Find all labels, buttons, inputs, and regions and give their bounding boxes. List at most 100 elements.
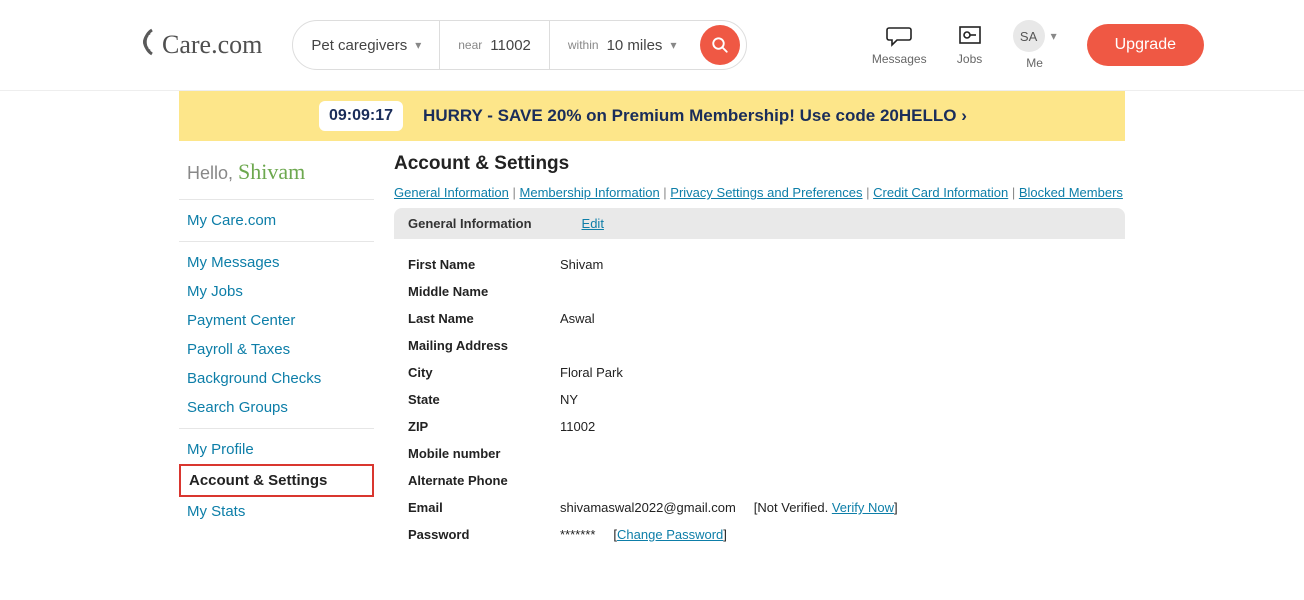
- general-info-body: First Name Shivam Middle Name Last Name …: [394, 239, 1125, 560]
- tab-blocked-members[interactable]: Blocked Members: [1019, 185, 1123, 200]
- nav-messages[interactable]: Messages: [872, 24, 927, 66]
- nav-jobs-label: Jobs: [957, 52, 982, 66]
- row-last-name: Last Name Aswal: [408, 305, 1111, 332]
- sidebar-item-background-checks[interactable]: Background Checks: [179, 364, 374, 393]
- search-category[interactable]: Pet caregivers ▾: [293, 21, 440, 69]
- sidebar-item-my-messages[interactable]: My Messages: [179, 248, 374, 277]
- row-email: Email shivamaswal2022@gmail.com [Not Ver…: [408, 494, 1111, 521]
- bracket-close: ]: [723, 527, 727, 542]
- section-title: General Information: [408, 216, 532, 231]
- email-verification-note: [Not Verified. Verify Now]: [754, 500, 898, 515]
- tab-credit-card[interactable]: Credit Card Information: [873, 185, 1008, 200]
- settings-panel: Account & Settings General Information |…: [394, 153, 1125, 560]
- value-email: shivamaswal2022@gmail.com: [560, 500, 736, 515]
- within-label: within: [568, 38, 599, 52]
- value-first-name: Shivam: [560, 257, 603, 272]
- row-password: Password ******* [Change Password]: [408, 521, 1111, 548]
- sidebar-item-my-care[interactable]: My Care.com: [179, 206, 374, 235]
- sidebar-group: My Messages My Jobs Payment Center Payro…: [179, 242, 374, 429]
- search-icon: [711, 36, 729, 54]
- sidebar: Hello, Shivam My Care.com My Messages My…: [179, 153, 374, 560]
- change-password-note: [Change Password]: [613, 527, 726, 542]
- label-mailing: Mailing Address: [408, 338, 560, 353]
- sidebar-item-payroll-taxes[interactable]: Payroll & Taxes: [179, 335, 374, 364]
- value-email-wrap: shivamaswal2022@gmail.com [Not Verified.…: [560, 500, 898, 515]
- row-alt-phone: Alternate Phone: [408, 467, 1111, 494]
- sidebar-list: My Care.com My Messages My Jobs Payment …: [179, 199, 374, 532]
- change-password-link[interactable]: Change Password: [617, 527, 723, 542]
- search-button[interactable]: [700, 25, 740, 65]
- nav-me[interactable]: SA ▾ Me: [1013, 20, 1057, 70]
- sidebar-item-account-settings[interactable]: Account & Settings: [179, 464, 374, 497]
- promo-countdown: 09:09:17: [319, 101, 403, 131]
- sidebar-group: My Care.com: [179, 200, 374, 242]
- within-value: 10 miles: [607, 37, 663, 54]
- section-header: General Information Edit: [394, 208, 1125, 239]
- sidebar-item-my-profile[interactable]: My Profile: [179, 435, 374, 464]
- greeting-name: Shivam: [238, 159, 305, 184]
- search-within[interactable]: within 10 miles ▾: [550, 21, 695, 69]
- header: Care.com Pet caregivers ▾ near 11002 wit…: [0, 0, 1304, 91]
- nav-me-label: Me: [1026, 56, 1043, 70]
- bracket-close: ]: [894, 500, 898, 515]
- verify-now-link[interactable]: Verify Now: [832, 500, 894, 515]
- label-zip: ZIP: [408, 419, 560, 434]
- label-last-name: Last Name: [408, 311, 560, 326]
- label-state: State: [408, 392, 560, 407]
- label-mobile: Mobile number: [408, 446, 560, 461]
- speech-bubble-icon: [885, 24, 913, 48]
- tab-privacy-settings[interactable]: Privacy Settings and Preferences: [670, 185, 862, 200]
- chevron-down-icon: ▾: [670, 38, 676, 52]
- label-alt-phone: Alternate Phone: [408, 473, 560, 488]
- promo-banner[interactable]: 09:09:17 HURRY - SAVE 20% on Premium Mem…: [179, 91, 1125, 141]
- value-password-wrap: ******* [Change Password]: [560, 527, 727, 542]
- value-city: Floral Park: [560, 365, 623, 380]
- tab-membership-information[interactable]: Membership Information: [520, 185, 660, 200]
- greeting: Hello, Shivam: [179, 159, 374, 185]
- row-state: State NY: [408, 386, 1111, 413]
- sidebar-group: My Profile Account & Settings My Stats: [179, 429, 374, 532]
- row-mobile: Mobile number: [408, 440, 1111, 467]
- tab-general-information[interactable]: General Information: [394, 185, 509, 200]
- bracket-open: [Not Verified.: [754, 500, 832, 515]
- chevron-down-icon: ▾: [1051, 29, 1057, 43]
- label-city: City: [408, 365, 560, 380]
- sidebar-item-search-groups[interactable]: Search Groups: [179, 393, 374, 422]
- greeting-prefix: Hello,: [187, 163, 238, 183]
- value-zip: 11002: [560, 419, 595, 434]
- row-city: City Floral Park: [408, 359, 1111, 386]
- page-title: Account & Settings: [394, 153, 1125, 175]
- sidebar-item-my-stats[interactable]: My Stats: [179, 497, 374, 526]
- logo-text: Care.com: [162, 30, 262, 60]
- near-value: 11002: [490, 37, 531, 54]
- main: Hello, Shivam My Care.com My Messages My…: [179, 153, 1125, 600]
- label-middle-name: Middle Name: [408, 284, 560, 299]
- logo-arc-icon: [130, 27, 160, 64]
- search-near[interactable]: near 11002: [440, 21, 550, 69]
- upgrade-button[interactable]: Upgrade: [1087, 24, 1204, 66]
- value-password: *******: [560, 527, 595, 542]
- row-first-name: First Name Shivam: [408, 251, 1111, 278]
- label-password: Password: [408, 527, 560, 542]
- sidebar-item-payment-center[interactable]: Payment Center: [179, 306, 374, 335]
- sidebar-item-my-jobs[interactable]: My Jobs: [179, 277, 374, 306]
- tab-links: General Information | Membership Informa…: [394, 185, 1125, 200]
- jobs-icon: [957, 24, 983, 48]
- avatar: SA: [1013, 20, 1045, 52]
- nav-jobs[interactable]: Jobs: [957, 24, 983, 66]
- edit-link[interactable]: Edit: [582, 216, 604, 231]
- header-right: Messages Jobs SA ▾ Me Upgrade: [872, 20, 1204, 70]
- promo-text: HURRY - SAVE 20% on Premium Membership! …: [423, 106, 967, 126]
- near-label: near: [458, 38, 482, 52]
- search-bar: Pet caregivers ▾ near 11002 within 10 mi…: [292, 20, 747, 70]
- row-mailing: Mailing Address: [408, 332, 1111, 359]
- search-category-value: Pet caregivers: [311, 37, 407, 54]
- label-email: Email: [408, 500, 560, 515]
- content-wrap: 09:09:17 HURRY - SAVE 20% on Premium Mem…: [179, 91, 1125, 600]
- row-zip: ZIP 11002: [408, 413, 1111, 440]
- logo[interactable]: Care.com: [130, 27, 262, 64]
- value-state: NY: [560, 392, 578, 407]
- nav-messages-label: Messages: [872, 52, 927, 66]
- value-last-name: Aswal: [560, 311, 595, 326]
- row-middle-name: Middle Name: [408, 278, 1111, 305]
